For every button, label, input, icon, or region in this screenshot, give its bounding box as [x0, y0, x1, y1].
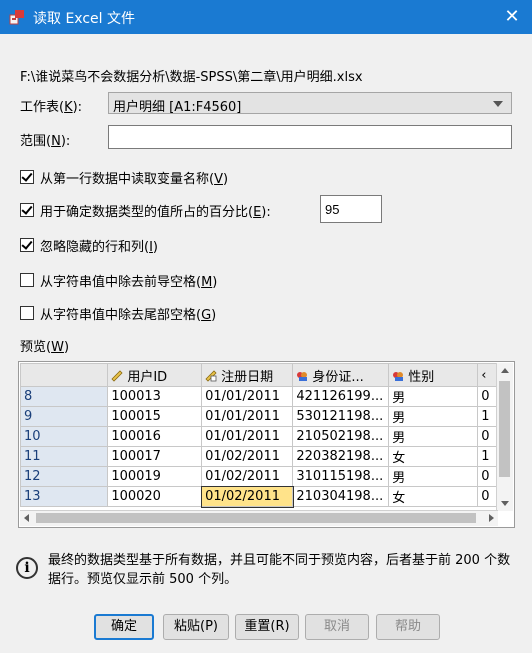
scroll-thumb[interactable] [36, 513, 476, 523]
scroll-up-icon[interactable] [501, 368, 509, 373]
percent-label: 用于确定数据类型的值所占的百分比(E): [40, 205, 271, 220]
cell[interactable]: 女 [388, 446, 479, 467]
table-row: 11 100017 01/02/2011 220382198... 女 1 [20, 446, 498, 467]
cell[interactable]: 421126199... [292, 386, 390, 407]
read-varnames-label: 从第一行数据中读取变量名称(V) [40, 172, 229, 187]
chevron-down-icon [493, 101, 503, 107]
ignore-hidden-checkbox[interactable] [20, 238, 34, 252]
cell[interactable]: 0 [477, 466, 498, 487]
scroll-thumb[interactable] [499, 381, 510, 477]
scroll-left-icon[interactable] [24, 514, 29, 522]
preview-label: 预览(W) [20, 340, 70, 355]
cell[interactable]: 男 [388, 426, 479, 447]
cell[interactable]: 220382198... [292, 446, 390, 467]
scroll-down-icon[interactable] [501, 501, 509, 506]
cell[interactable]: 01/01/2011 [201, 406, 294, 427]
title-bar: 读取 Excel 文件 ✕ [0, 0, 532, 34]
column-header[interactable]: 身份证... [292, 363, 390, 387]
info-text: 最终的数据类型基于所有数据，并且可能不同于预览内容，后者基于前 200 个数据行… [48, 553, 511, 587]
table-row: 10 100016 01/01/2011 210502198... 男 0 [20, 426, 498, 447]
percent-input[interactable] [320, 195, 382, 223]
sheet-select-value: 用户明细 [A1:F4560] [113, 100, 242, 115]
row-number: 9 [20, 406, 109, 427]
cell[interactable]: 100013 [107, 386, 203, 407]
scroll-right-icon[interactable] [489, 514, 494, 522]
table-row: 8 100013 01/01/2011 421126199... 男 0 [20, 386, 498, 407]
trim-trailing-checkbox[interactable] [20, 306, 34, 320]
trim-leading-label: 从字符串值中除去前导空格(M) [40, 275, 218, 290]
info-icon: i [16, 557, 38, 579]
row-number: 12 [20, 466, 109, 487]
sheet-label: 工作表(K): [20, 100, 83, 115]
range-label: 范围(N): [20, 134, 71, 149]
grid-header-row: 用户ID 注册日期 身份证... 性别 ‹ [20, 363, 498, 387]
cell[interactable]: 1 [477, 446, 498, 467]
table-row: 13 100020 01/02/2011 210304198... 女 0 [20, 485, 498, 508]
cell[interactable]: 100015 [107, 406, 203, 427]
cell[interactable]: 01/01/2011 [201, 426, 294, 447]
row-number: 13 [20, 486, 109, 507]
cell[interactable]: 0 [477, 386, 498, 407]
row-number-header [20, 363, 109, 387]
horizontal-scrollbar[interactable] [20, 510, 498, 526]
cell[interactable]: 0 [477, 426, 498, 447]
range-input[interactable] [108, 125, 512, 149]
paste-button[interactable]: 粘贴(P) [163, 614, 229, 640]
ruler-date-icon [205, 369, 217, 382]
ignore-hidden-label: 忽略隐藏的行和列(I) [40, 240, 158, 255]
file-path: F:\谁说菜鸟不会数据分析\数据-SPSS\第二章\用户明细.xlsx [20, 70, 363, 85]
close-icon[interactable]: ✕ [492, 0, 532, 34]
table-row: 12 100019 01/02/2011 310115198... 男 0 [20, 466, 498, 487]
cell[interactable]: 0 [477, 486, 498, 507]
cancel-button[interactable]: 取消 [305, 614, 369, 640]
cell[interactable]: 100020 [107, 486, 203, 507]
column-header[interactable]: ‹ [477, 363, 498, 387]
cell[interactable]: 530121198... [292, 406, 390, 427]
reset-button[interactable]: 重置(R) [235, 614, 299, 640]
percent-checkbox[interactable] [20, 203, 34, 217]
cell[interactable]: 100019 [107, 466, 203, 487]
sheet-select[interactable]: 用户明细 [A1:F4560] [108, 92, 512, 115]
nominal-string-icon [393, 371, 404, 381]
window-title: 读取 Excel 文件 [33, 11, 135, 27]
table-row: 9 100015 01/01/2011 530121198... 男 1 [20, 406, 498, 427]
row-number: 10 [20, 426, 109, 447]
ok-button[interactable]: 确定 [94, 614, 154, 640]
help-button[interactable]: 帮助 [376, 614, 440, 640]
vertical-scrollbar[interactable] [496, 363, 513, 511]
selected-cell[interactable]: 01/02/2011 [200, 485, 294, 508]
read-varnames-checkbox[interactable] [20, 170, 34, 184]
cell[interactable]: 01/01/2011 [201, 386, 294, 407]
cell[interactable]: 100017 [107, 446, 203, 467]
cell[interactable]: 01/02/2011 [201, 446, 294, 467]
cell[interactable]: 男 [388, 406, 479, 427]
ruler-icon [111, 369, 123, 382]
cell[interactable]: 210502198... [292, 426, 390, 447]
row-number: 8 [20, 386, 109, 407]
column-header[interactable]: 性别 [388, 363, 479, 387]
column-header[interactable]: 注册日期 [201, 363, 294, 387]
cell[interactable]: 310115198... [292, 466, 390, 487]
cell[interactable]: 100016 [107, 426, 203, 447]
trim-trailing-label: 从字符串值中除去尾部空格(G) [40, 308, 217, 323]
cell[interactable]: 女 [388, 486, 479, 507]
cell[interactable]: 男 [388, 466, 479, 487]
nominal-string-icon [297, 371, 308, 381]
spss-app-icon [9, 10, 24, 25]
cell[interactable]: 01/02/2011 [201, 466, 294, 487]
row-number: 11 [20, 446, 109, 467]
cell[interactable]: 男 [388, 386, 479, 407]
trim-leading-checkbox[interactable] [20, 273, 34, 287]
cell[interactable]: 210304198... [292, 486, 390, 507]
column-header[interactable]: 用户ID [107, 363, 203, 387]
preview-grid[interactable]: 用户ID 注册日期 身份证... 性别 ‹ 8 100013 01/01/201… [18, 361, 515, 528]
cell[interactable]: 1 [477, 406, 498, 427]
